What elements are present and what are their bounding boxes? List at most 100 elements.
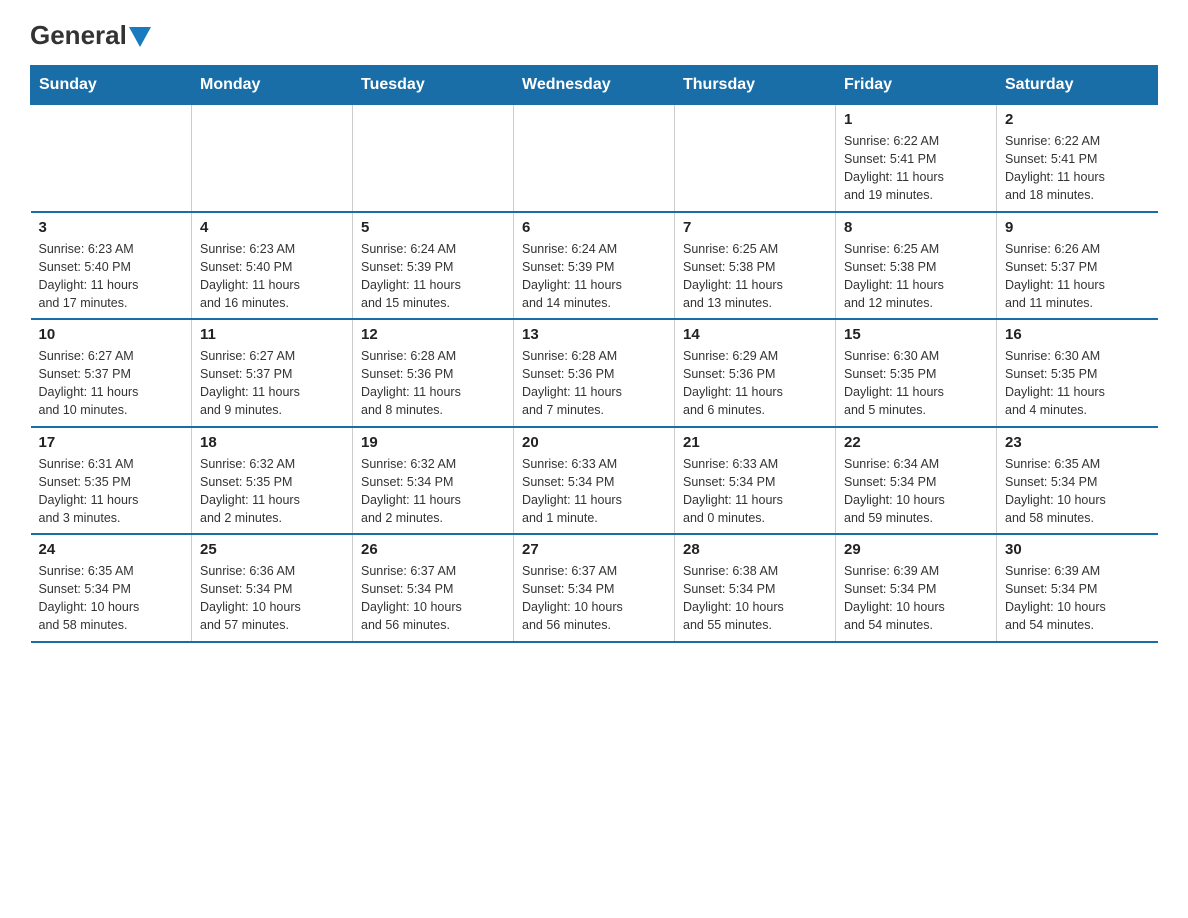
day-number: 24 [39,541,184,558]
calendar-cell: 11Sunrise: 6:27 AM Sunset: 5:37 PM Dayli… [192,319,353,427]
day-info: Sunrise: 6:27 AM Sunset: 5:37 PM Dayligh… [39,347,184,420]
calendar-cell: 4 Sunrise: 6:23 AM Sunset: 5:40 PM Daylig… [192,212,353,320]
day-number: 15 [844,326,988,343]
day-number: 22 [844,434,988,451]
day-info: Sunrise: 6:32 AM Sunset: 5:35 PM Dayligh… [200,455,344,528]
calendar-cell: 21 Sunrise: 6:33 AM Sunset: 5:34 PM Dayli… [675,427,836,535]
calendar-cell: 20 Sunrise: 6:33 AM Sunset: 5:34 PM Dayli… [514,427,675,535]
logo-triangle-icon [129,27,151,47]
week-row-3: 10 Sunrise: 6:27 AM Sunset: 5:37 PM Dayli… [31,319,1158,427]
calendar-cell: 26 Sunrise: 6:37 AM Sunset: 5:34 PM Dayli… [353,534,514,642]
day-info: Sunrise: 6:39 AM Sunset: 5:34 PM Dayligh… [844,562,988,635]
day-info: Sunrise: 6:24 AM Sunset: 5:39 PM Dayligh… [361,240,505,313]
day-number: 28 [683,541,827,558]
header-sunday: Sunday [31,66,192,105]
calendar-cell: 29 Sunrise: 6:39 AM Sunset: 5:34 PM Dayli… [836,534,997,642]
day-number: 1 [844,111,988,128]
day-number: 12 [361,326,505,343]
day-number: 10 [39,326,184,343]
day-info: Sunrise: 6:28 AM Sunset: 5:36 PM Dayligh… [522,347,666,420]
day-info: Sunrise: 6:24 AM Sunset: 5:39 PM Dayligh… [522,240,666,313]
logo-general-text: General [30,20,127,51]
day-info: Sunrise: 6:36 AM Sunset: 5:34 PM Dayligh… [200,562,344,635]
calendar-cell: 8 Sunrise: 6:25 AM Sunset: 5:38 PM Daylig… [836,212,997,320]
day-info: Sunrise: 6:32 AM Sunset: 5:34 PM Dayligh… [361,455,505,528]
day-info: Sunrise: 6:39 AM Sunset: 5:34 PM Dayligh… [1005,562,1150,635]
calendar-cell: 19Sunrise: 6:32 AM Sunset: 5:34 PM Dayli… [353,427,514,535]
calendar-cell: 1 Sunrise: 6:22 AM Sunset: 5:41 PM Daylig… [836,105,997,212]
day-number: 11 [200,326,344,343]
calendar-cell [353,105,514,212]
day-number: 5 [361,219,505,236]
calendar-cell: 17 Sunrise: 6:31 AM Sunset: 5:35 PM Dayli… [31,427,192,535]
week-row-5: 24 Sunrise: 6:35 AM Sunset: 5:34 PM Dayli… [31,534,1158,642]
day-number: 29 [844,541,988,558]
day-number: 21 [683,434,827,451]
day-number: 26 [361,541,505,558]
calendar-cell: 7 Sunrise: 6:25 AM Sunset: 5:38 PM Daylig… [675,212,836,320]
day-info: Sunrise: 6:34 AM Sunset: 5:34 PM Dayligh… [844,455,988,528]
day-number: 20 [522,434,666,451]
calendar-cell [514,105,675,212]
logo: General [30,20,151,45]
day-info: Sunrise: 6:25 AM Sunset: 5:38 PM Dayligh… [683,240,827,313]
day-info: Sunrise: 6:30 AM Sunset: 5:35 PM Dayligh… [844,347,988,420]
day-info: Sunrise: 6:22 AM Sunset: 5:41 PM Dayligh… [844,132,988,205]
day-info: Sunrise: 6:33 AM Sunset: 5:34 PM Dayligh… [683,455,827,528]
day-info: Sunrise: 6:38 AM Sunset: 5:34 PM Dayligh… [683,562,827,635]
day-number: 17 [39,434,184,451]
header-thursday: Thursday [675,66,836,105]
day-info: Sunrise: 6:23 AM Sunset: 5:40 PM Dayligh… [39,240,184,313]
day-info: Sunrise: 6:22 AM Sunset: 5:41 PM Dayligh… [1005,132,1150,205]
calendar-cell: 24 Sunrise: 6:35 AM Sunset: 5:34 PM Dayli… [31,534,192,642]
calendar-cell: 2 Sunrise: 6:22 AM Sunset: 5:41 PM Daylig… [997,105,1158,212]
day-info: Sunrise: 6:23 AM Sunset: 5:40 PM Dayligh… [200,240,344,313]
day-info: Sunrise: 6:26 AM Sunset: 5:37 PM Dayligh… [1005,240,1150,313]
calendar-table: SundayMondayTuesdayWednesdayThursdayFrid… [30,65,1158,643]
calendar-cell: 15 Sunrise: 6:30 AM Sunset: 5:35 PM Dayli… [836,319,997,427]
calendar-cell [192,105,353,212]
day-info: Sunrise: 6:31 AM Sunset: 5:35 PM Dayligh… [39,455,184,528]
day-info: Sunrise: 6:28 AM Sunset: 5:36 PM Dayligh… [361,347,505,420]
day-info: Sunrise: 6:35 AM Sunset: 5:34 PM Dayligh… [39,562,184,635]
day-number: 2 [1005,111,1150,128]
day-info: Sunrise: 6:25 AM Sunset: 5:38 PM Dayligh… [844,240,988,313]
day-info: Sunrise: 6:35 AM Sunset: 5:34 PM Dayligh… [1005,455,1150,528]
day-number: 9 [1005,219,1150,236]
calendar-cell: 10 Sunrise: 6:27 AM Sunset: 5:37 PM Dayli… [31,319,192,427]
day-info: Sunrise: 6:29 AM Sunset: 5:36 PM Dayligh… [683,347,827,420]
day-number: 7 [683,219,827,236]
calendar-cell: 13 Sunrise: 6:28 AM Sunset: 5:36 PM Dayli… [514,319,675,427]
day-number: 3 [39,219,184,236]
calendar-cell: 23 Sunrise: 6:35 AM Sunset: 5:34 PM Dayli… [997,427,1158,535]
day-number: 6 [522,219,666,236]
day-number: 16 [1005,326,1150,343]
day-number: 14 [683,326,827,343]
header-tuesday: Tuesday [353,66,514,105]
header-saturday: Saturday [997,66,1158,105]
day-number: 27 [522,541,666,558]
day-number: 30 [1005,541,1150,558]
calendar-cell: 22 Sunrise: 6:34 AM Sunset: 5:34 PM Dayli… [836,427,997,535]
calendar-cell [675,105,836,212]
calendar-cell: 27 Sunrise: 6:37 AM Sunset: 5:34 PM Dayli… [514,534,675,642]
calendar-cell: 12 Sunrise: 6:28 AM Sunset: 5:36 PM Dayli… [353,319,514,427]
day-number: 13 [522,326,666,343]
calendar-cell: 6 Sunrise: 6:24 AM Sunset: 5:39 PM Daylig… [514,212,675,320]
day-info: Sunrise: 6:37 AM Sunset: 5:34 PM Dayligh… [361,562,505,635]
calendar-header-row: SundayMondayTuesdayWednesdayThursdayFrid… [31,66,1158,105]
day-info: Sunrise: 6:37 AM Sunset: 5:34 PM Dayligh… [522,562,666,635]
calendar-cell: 9 Sunrise: 6:26 AM Sunset: 5:37 PM Daylig… [997,212,1158,320]
calendar-cell: 25 Sunrise: 6:36 AM Sunset: 5:34 PM Dayli… [192,534,353,642]
day-number: 25 [200,541,344,558]
day-info: Sunrise: 6:30 AM Sunset: 5:35 PM Dayligh… [1005,347,1150,420]
calendar-cell: 28 Sunrise: 6:38 AM Sunset: 5:34 PM Dayli… [675,534,836,642]
week-row-1: 1 Sunrise: 6:22 AM Sunset: 5:41 PM Daylig… [31,105,1158,212]
calendar-cell: 18Sunrise: 6:32 AM Sunset: 5:35 PM Dayli… [192,427,353,535]
day-info: Sunrise: 6:33 AM Sunset: 5:34 PM Dayligh… [522,455,666,528]
header-monday: Monday [192,66,353,105]
week-row-4: 17 Sunrise: 6:31 AM Sunset: 5:35 PM Dayli… [31,427,1158,535]
day-number: 23 [1005,434,1150,451]
day-number: 8 [844,219,988,236]
day-number: 4 [200,219,344,236]
